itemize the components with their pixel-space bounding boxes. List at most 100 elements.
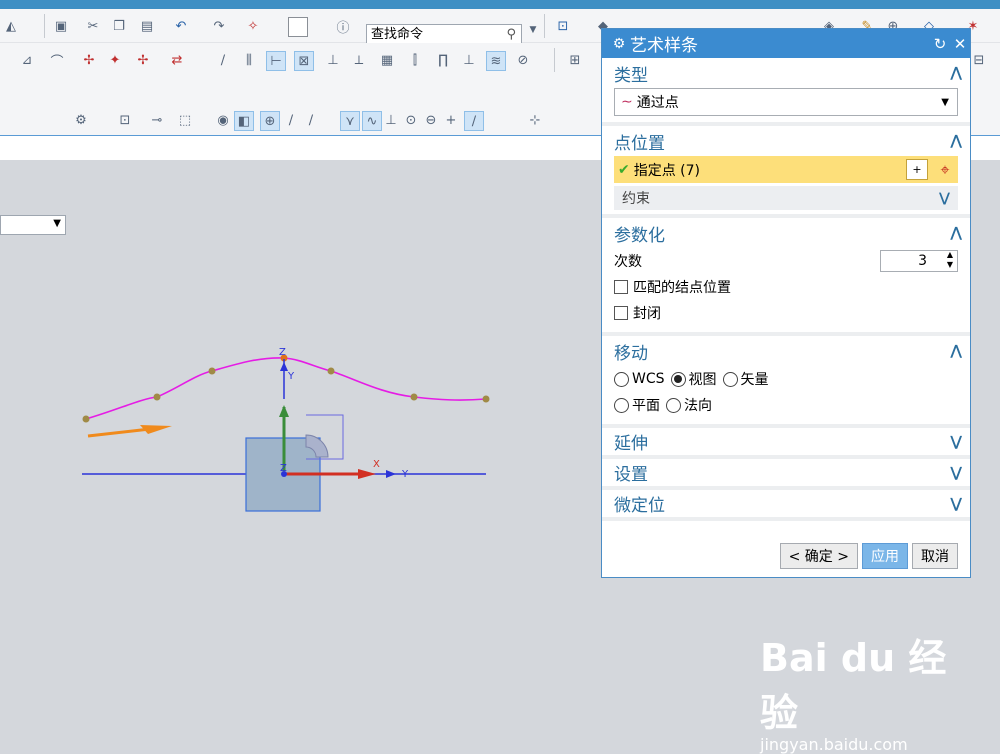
section-parameterization-header[interactable]: 参数化 ⋀ — [602, 218, 970, 248]
bridge-icon[interactable]: ⊥ — [324, 51, 342, 69]
snap-center-icon[interactable]: ⋎ — [340, 111, 360, 131]
split-icon[interactable]: ⊢ — [266, 51, 286, 71]
info-icon[interactable]: ⓘ — [334, 17, 352, 36]
radio-option-plane[interactable]: 平面 — [614, 395, 660, 415]
chevron-up-icon[interactable]: ⋀ — [950, 65, 962, 81]
project-icon[interactable]: ⊠ — [294, 51, 314, 71]
chevron-up-icon[interactable]: ⋀ — [950, 225, 962, 241]
section-type-header[interactable]: 类型 ⋀ — [602, 58, 970, 88]
crosshair-icon[interactable]: ⌖ — [934, 159, 956, 180]
filter-icon[interactable]: ⚙ — [72, 111, 90, 129]
point-icon[interactable]: ✦ — [106, 51, 124, 69]
section-extension-header[interactable]: 延伸 ⋁ — [602, 428, 970, 459]
spline-icon[interactable]: ✢ — [80, 51, 98, 69]
snap-add-icon[interactable]: ⊹ — [526, 111, 544, 129]
radio-option-wcs[interactable]: WCS — [614, 371, 665, 387]
x-handle-arrow[interactable] — [358, 469, 376, 479]
constraint-subsection[interactable]: 约束 ⋁ — [614, 186, 958, 210]
spline-point[interactable] — [208, 367, 216, 375]
chevron-down-icon[interactable]: ⋁ — [950, 465, 962, 481]
trim-icon[interactable]: ⇄ — [168, 51, 186, 69]
helix-icon[interactable]: ∏ — [434, 51, 452, 69]
color-box-icon[interactable] — [288, 17, 308, 37]
snap-mid-icon[interactable]: ∕ — [282, 111, 300, 129]
command-search-input[interactable]: 查找命令 ⚲ — [366, 24, 522, 44]
radio-plane[interactable] — [614, 397, 629, 413]
face-icon[interactable]: ⊸ — [148, 111, 166, 129]
extend-icon[interactable]: ∕ — [214, 51, 232, 69]
chevron-down-icon[interactable]: ⋁ — [939, 191, 950, 206]
view-icon[interactable]: ⊡ — [554, 17, 572, 35]
radio-option-normal[interactable]: 法向 — [666, 395, 712, 415]
direction-arrow-head[interactable] — [140, 425, 172, 434]
section-point-position-header[interactable]: 点位置 ⋀ — [602, 126, 970, 156]
snap-end-icon[interactable]: ⊕ — [260, 111, 280, 131]
gear-icon[interactable]: ⚙ — [608, 36, 630, 52]
arc-icon[interactable]: ⌒ — [48, 51, 66, 70]
radio-normal[interactable] — [666, 397, 681, 413]
cut-icon[interactable]: ✂ — [84, 17, 102, 35]
tool-icon[interactable]: ◭ — [2, 17, 20, 35]
spinner-arrows-icon[interactable]: ▲ ▼ — [947, 250, 953, 270]
chamfer-icon[interactable]: ▦ — [378, 51, 396, 69]
paste-icon[interactable]: ▤ — [138, 17, 156, 35]
spline-point[interactable] — [82, 415, 90, 423]
radio-view[interactable] — [670, 371, 686, 387]
snap-point-icon[interactable]: ∿ — [362, 111, 382, 131]
dialog-title-bar[interactable]: ⚙ 艺术样条 ↻ ✕ — [602, 29, 970, 58]
radio-option-view[interactable]: 视图 — [670, 369, 717, 389]
offset-icon[interactable]: ⫼ — [240, 51, 258, 69]
section-settings-header[interactable]: 设置 ⋁ — [602, 459, 970, 490]
reset-icon[interactable]: ↻ — [930, 35, 950, 53]
redo-icon[interactable]: ↷ — [210, 17, 228, 35]
degree-spinner[interactable]: 3 ▲ ▼ — [880, 250, 958, 272]
save-icon[interactable]: ▣ — [52, 17, 70, 35]
match-knots-row[interactable]: 匹配的结点位置 — [614, 274, 958, 300]
ok-button[interactable]: < 确定 > — [779, 543, 858, 569]
closed-checkbox[interactable] — [614, 306, 628, 320]
box-select-icon[interactable]: ⬚ — [176, 111, 194, 129]
wave-icon[interactable]: ⊟ — [970, 51, 988, 69]
undo-icon[interactable]: ↶ — [172, 17, 190, 35]
spline-point[interactable] — [482, 395, 490, 403]
spline-point[interactable] — [410, 393, 418, 401]
graphics-viewport[interactable]: Z Y X Y Z — [0, 159, 600, 579]
grid2-icon[interactable]: ⊞ — [566, 51, 584, 69]
copy-icon[interactable]: ❐ — [110, 17, 128, 35]
apply-button[interactable]: 应用 — [862, 543, 908, 569]
chevron-down-icon[interactable]: ⋁ — [950, 434, 962, 450]
select-icon[interactable]: ⊡ — [116, 111, 134, 129]
section-micro-position-header[interactable]: 微定位 ⋁ — [602, 490, 970, 521]
spline-point[interactable] — [327, 367, 335, 375]
chevron-down-icon[interactable]: ⋁ — [950, 496, 962, 512]
match-knots-checkbox[interactable] — [614, 280, 628, 294]
chevron-down-icon[interactable]: ▼ — [524, 21, 542, 39]
fillet-icon[interactable]: ⟂ — [350, 51, 368, 69]
text-icon[interactable]: ⊥ — [460, 51, 478, 69]
curve-icon[interactable]: ⫿ — [406, 51, 424, 69]
radio-option-vector[interactable]: 矢量 — [722, 369, 769, 389]
cube-select-icon[interactable]: ◧ — [234, 111, 254, 131]
specify-point-row[interactable]: ✔ 指定点 (7) + ⌖ — [614, 156, 958, 183]
snap-icon[interactable]: ✧ — [244, 17, 262, 35]
dimension-icon[interactable]: ≋ — [486, 51, 506, 71]
shade-select-icon[interactable]: ◉ — [214, 111, 232, 129]
close-icon[interactable]: ✕ — [950, 35, 970, 53]
snap-curve-icon[interactable]: ∕ — [302, 111, 320, 129]
cancel-button[interactable]: 取消 — [912, 543, 958, 569]
sketch-icon[interactable]: ⊘ — [514, 51, 532, 69]
chevron-up-icon[interactable]: ⋀ — [950, 133, 962, 149]
type-select[interactable]: ∼ 通过点 ▼ — [614, 88, 958, 116]
snap-pole-icon[interactable]: ∕ — [464, 111, 484, 131]
snap-arc-icon[interactable]: ⊥ — [382, 111, 400, 129]
snap-line-icon[interactable]: ⊖ — [422, 111, 440, 129]
section-movement-header[interactable]: 移动 ⋀ — [602, 336, 970, 366]
line-icon[interactable]: ⊿ — [18, 51, 36, 69]
y-handle-arrow[interactable] — [279, 405, 289, 417]
spline-point[interactable] — [153, 393, 161, 401]
point-dialog-button[interactable]: + — [906, 159, 928, 180]
plane-icon[interactable]: ✢ — [134, 51, 152, 69]
chevron-up-icon[interactable]: ⋀ — [950, 343, 962, 359]
closed-row[interactable]: 封闭 — [614, 300, 958, 326]
snap-face-icon[interactable]: + — [442, 111, 460, 129]
